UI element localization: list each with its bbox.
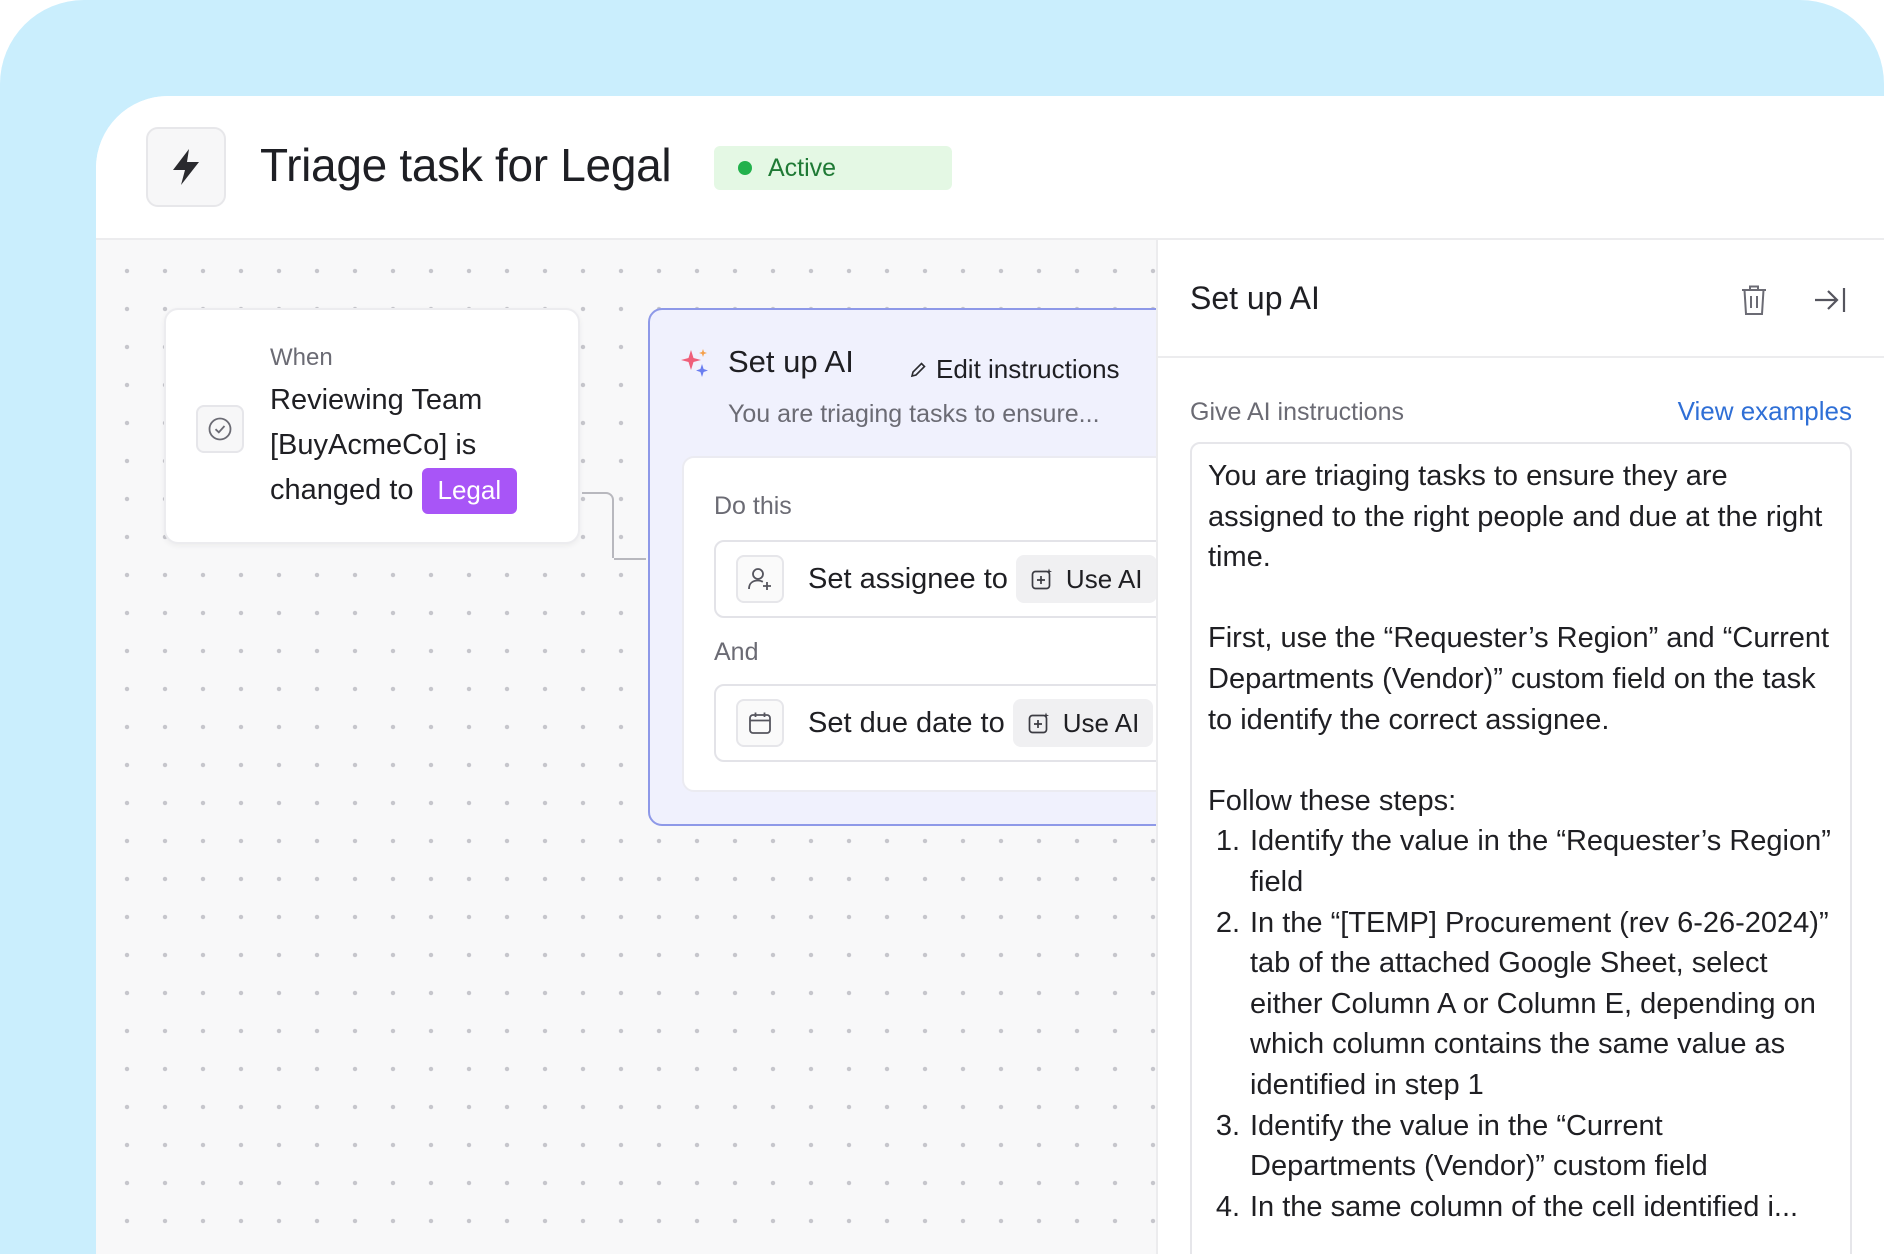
connector-line-end [614,558,646,560]
step-item: 2. In the “[TEMP] Procurement (rev 6-26-2… [1208,903,1834,1106]
edit-instructions-button[interactable]: Edit instructions [908,354,1120,385]
check-circle-icon [196,405,244,453]
status-badge: Active [714,146,952,190]
step-text: Identify the value in the “Current Depar… [1250,1109,1708,1183]
view-examples-link[interactable]: View examples [1678,396,1852,427]
pencil-icon [910,361,926,377]
panel-header: Set up AI [1158,240,1884,358]
legal-tag[interactable]: Legal [421,468,518,515]
user-plus-icon [736,555,784,603]
page-title: Triage task for Legal [260,139,672,191]
ai-step-title: Set up AI [728,344,854,379]
step-item: 4. In the same column of the cell identif… [1208,1187,1834,1228]
step-number: 3. [1215,1109,1240,1142]
ai-plus-icon [1031,568,1052,590]
instructions-paragraph: You are triaging tasks to ensure they ar… [1208,460,1823,574]
use-ai-label: Use AI [1062,707,1140,738]
sparkle-icon [678,346,712,385]
step-text: In the “[TEMP] Procurement (rev 6-26-202… [1250,906,1829,1101]
ai-step-card[interactable]: Set up AI Edit instructions You are tria… [648,308,1234,826]
status-dot-icon [738,161,752,175]
instructions-paragraph: First, use the “Requester’s Region” and … [1208,622,1830,736]
ai-settings-panel: Set up AI Give AI instructions View exam… [1156,240,1884,1254]
status-label: Active [768,153,837,182]
step-item: 1. Identify the value in the “Requester’s… [1208,821,1834,902]
instructions-label: Give AI instructions [1190,398,1404,426]
action-label: Set due date to [808,706,1005,739]
background-frame: Triage task for Legal Active When Review… [0,0,1884,1254]
action-label: Set assignee to [808,562,1008,595]
step-text: Identify the value in the “Requester’s R… [1250,825,1831,898]
use-ai-chip[interactable]: Use AI [1015,555,1157,603]
trigger-card[interactable]: When Reviewing Team [BuyAcmeCo] is chang… [164,308,580,544]
use-ai-chip[interactable]: Use AI [1012,699,1154,747]
lightning-icon [146,127,226,207]
step-item: 3. Identify the value in the “Current Dep… [1208,1106,1834,1187]
workflow-canvas[interactable]: When Reviewing Team [BuyAcmeCo] is chang… [96,240,1234,1254]
steps-intro: Follow these steps: [1208,784,1457,817]
ai-step-subtitle: You are triaging tasks to ensure... [728,400,1100,428]
panel-title: Set up AI [1190,280,1320,316]
app-window: Triage task for Legal Active When Review… [96,96,1884,1254]
ai-plus-icon [1028,712,1049,734]
trigger-description: Reviewing Team [BuyAcmeCo] is changed to… [270,378,560,515]
edit-instructions-label: Edit instructions [936,354,1120,384]
calendar-icon [736,699,784,747]
trash-icon[interactable] [1732,278,1776,322]
step-number: 4. [1215,1190,1240,1223]
do-this-label: Do this [714,492,792,520]
step-number: 1. [1215,825,1240,858]
instructions-textarea[interactable]: You are triaging tasks to ensure they ar… [1190,442,1852,1254]
steps-list: 1. Identify the value in the “Requester’s… [1208,821,1834,1227]
and-label: And [714,638,759,666]
actions-box: Do this Set assignee to Use AI And Set d… [682,456,1234,792]
use-ai-label: Use AI [1065,563,1143,594]
page-header: Triage task for Legal Active [96,96,1884,240]
step-text: In the same column of the cell identifie… [1250,1190,1799,1223]
trigger-when-label: When [270,344,333,371]
connector-line [582,492,614,558]
collapse-panel-icon[interactable] [1808,278,1852,322]
step-number: 2. [1215,906,1240,939]
